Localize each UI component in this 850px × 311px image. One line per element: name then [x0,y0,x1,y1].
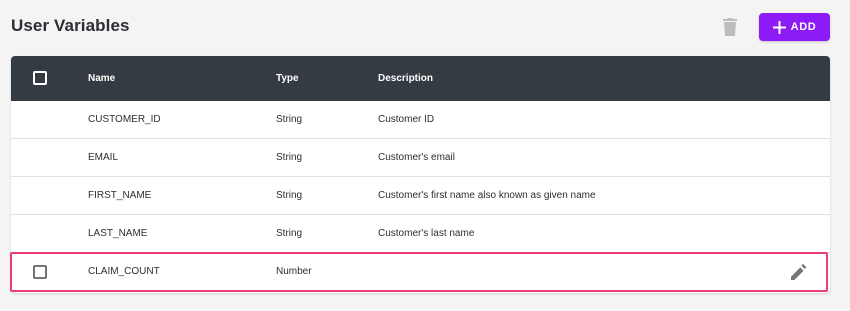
cell-type: String [276,152,303,163]
table-row[interactable]: FIRST_NAME String Customer's first name … [11,177,830,215]
page-title: User Variables [11,16,130,35]
table-row[interactable]: CUSTOMER_ID String Customer ID [11,101,830,139]
column-header-type[interactable]: Type [276,56,299,101]
table-row[interactable]: EMAIL String Customer's email [11,139,830,177]
trash-icon [723,18,737,36]
cell-name: FIRST_NAME [88,190,152,201]
cell-name: LAST_NAME [88,228,148,239]
cell-name: CLAIM_COUNT [88,266,160,277]
column-header-description[interactable]: Description [378,56,433,101]
table-header: Name Type Description [11,56,830,101]
edit-button[interactable] [790,263,808,281]
cell-description: Customer's last name [378,228,475,239]
cell-description: Customer's email [378,152,455,163]
cell-type: String [276,190,303,201]
cell-description: Customer's first name also known as give… [378,190,596,201]
variables-table: Name Type Description CUSTOMER_ID String… [11,56,830,293]
cell-name: EMAIL [88,152,119,163]
select-all-checkbox[interactable] [33,71,47,85]
cell-type: String [276,114,303,125]
row-checkbox[interactable] [33,265,47,279]
cell-type: Number [276,266,312,277]
cell-name: CUSTOMER_ID [88,114,161,125]
cell-type: String [276,228,303,239]
pencil-icon [791,264,807,280]
plus-icon [772,20,786,34]
table-row[interactable]: LAST_NAME String Customer's last name [11,215,830,253]
delete-button[interactable] [719,16,741,38]
add-button[interactable]: ADD [759,13,830,41]
table-row-hovered[interactable]: CLAIM_COUNT Number [11,253,830,291]
column-header-name[interactable]: Name [88,56,115,101]
add-button-label: ADD [790,21,817,33]
cell-description: Customer ID [378,114,435,125]
